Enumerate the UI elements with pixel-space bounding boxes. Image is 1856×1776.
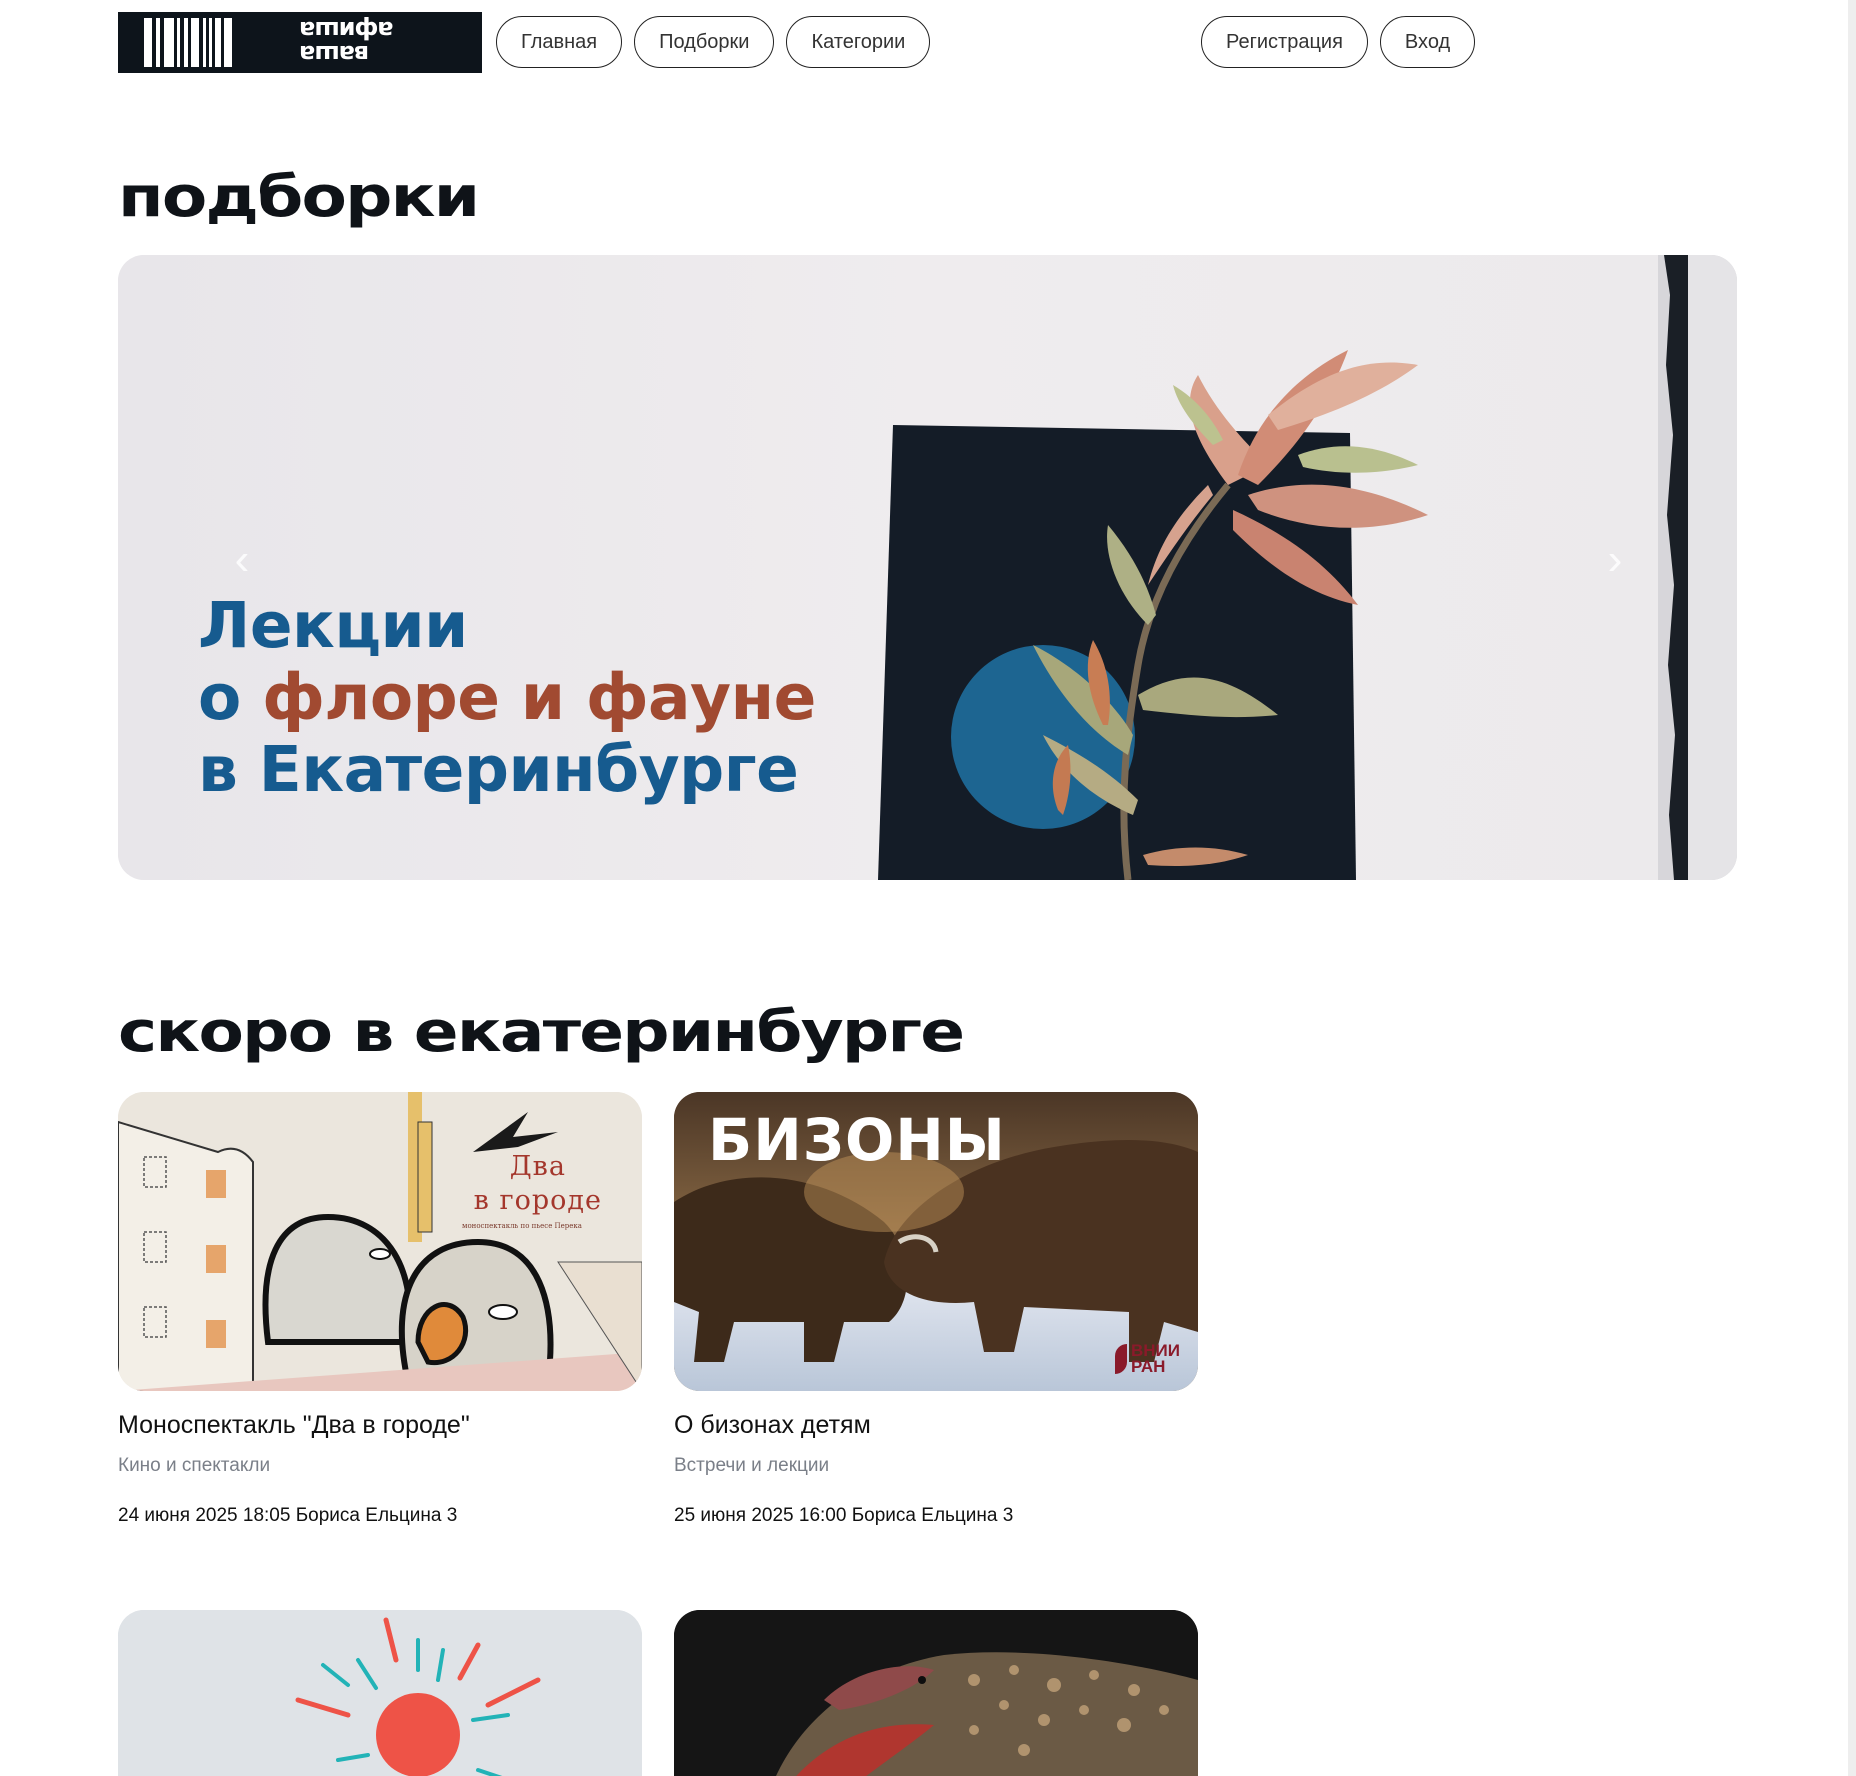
event-image[interactable]: Два в городе моноспектакль по пьесе Перек… <box>118 1092 642 1391</box>
auth-nav: Регистрация Вход <box>1201 16 1476 68</box>
event-meta: 25 июня 2025 16:00 Бориса Ельцина 3 <box>674 1505 1014 1526</box>
upcoming-title: скоро в екатеринбурге <box>118 1000 965 1065</box>
organizer-logo: ВНИИ РАН <box>1115 1341 1180 1376</box>
register-button[interactable]: Регистрация <box>1201 16 1368 68</box>
event-image[interactable] <box>118 1610 642 1776</box>
logo-text: афиша ваша <box>300 16 472 68</box>
event-title[interactable]: О бизонах детям <box>674 1409 1198 1441</box>
login-button[interactable]: Вход <box>1379 16 1476 68</box>
event-image-subtitle: моноспектакль по пьесе Перека <box>462 1222 582 1230</box>
chevron-left-icon[interactable]: ‹ <box>222 535 262 585</box>
banner-title-line3: в Екатеринбурге <box>198 733 799 806</box>
event-card[interactable] <box>674 1610 1198 1776</box>
collections-title: подборки <box>118 165 480 230</box>
barcode-icon <box>144 18 232 67</box>
collection-banner[interactable]: Лекции о флоре и фауне в Екатеринбурге <box>118 255 1737 880</box>
event-card[interactable]: Два в городе моноспектакль по пьесе Перек… <box>118 1092 642 1527</box>
site-header: афиша ваша <box>118 12 482 73</box>
event-card[interactable] <box>118 1610 642 1776</box>
banner-title-line1: Лекции <box>198 589 468 662</box>
scrollbar-track[interactable] <box>1848 0 1856 1776</box>
banner-title-accent: флоре и фауне <box>262 661 816 734</box>
dinosaur-illustration <box>674 1610 1198 1776</box>
logo-text-top: афиша <box>300 16 394 44</box>
event-image[interactable] <box>674 1610 1198 1776</box>
play-poster-illustration <box>118 1092 642 1391</box>
nav-collections-button[interactable]: Подборки <box>634 16 775 68</box>
nav-categories-button[interactable]: Категории <box>786 16 931 68</box>
page: афиша ваша Главная Подборки Категории Ре… <box>0 0 1856 1776</box>
event-image-title: Два в городе <box>473 1151 602 1216</box>
banner-title-line2: о флоре и фауне <box>198 662 816 734</box>
chevron-right-icon[interactable]: › <box>1595 535 1635 585</box>
event-meta: 24 июня 2025 18:05 Бориса Ельцина 3 <box>118 1505 458 1526</box>
event-category[interactable]: Встречи и лекции <box>674 1455 1198 1477</box>
event-image[interactable]: БИЗОНЫ ВНИИ РАН <box>674 1092 1198 1391</box>
organizer-logo-text: ВНИИ РАН <box>1131 1341 1180 1376</box>
site-logo[interactable]: афиша ваша <box>118 12 482 73</box>
event-image-title: БИЗОНЫ <box>708 1106 1006 1174</box>
banner-title: Лекции о флоре и фауне в Екатеринбурге <box>198 590 816 806</box>
banner-title-line2-prefix: о <box>198 661 263 734</box>
event-category[interactable]: Кино и спектакли <box>118 1455 642 1477</box>
main-nav: Главная Подборки Категории <box>496 16 931 68</box>
logo-text-bottom: ваша <box>300 40 370 68</box>
event-card[interactable]: БИЗОНЫ ВНИИ РАН О бизонах детям Встречи и… <box>674 1092 1198 1527</box>
sun-drawing-illustration <box>118 1610 642 1776</box>
leaf-icon <box>1115 1344 1127 1374</box>
nav-home-button[interactable]: Главная <box>496 16 623 68</box>
event-title[interactable]: Моноспектакль "Два в городе" <box>118 1409 642 1441</box>
